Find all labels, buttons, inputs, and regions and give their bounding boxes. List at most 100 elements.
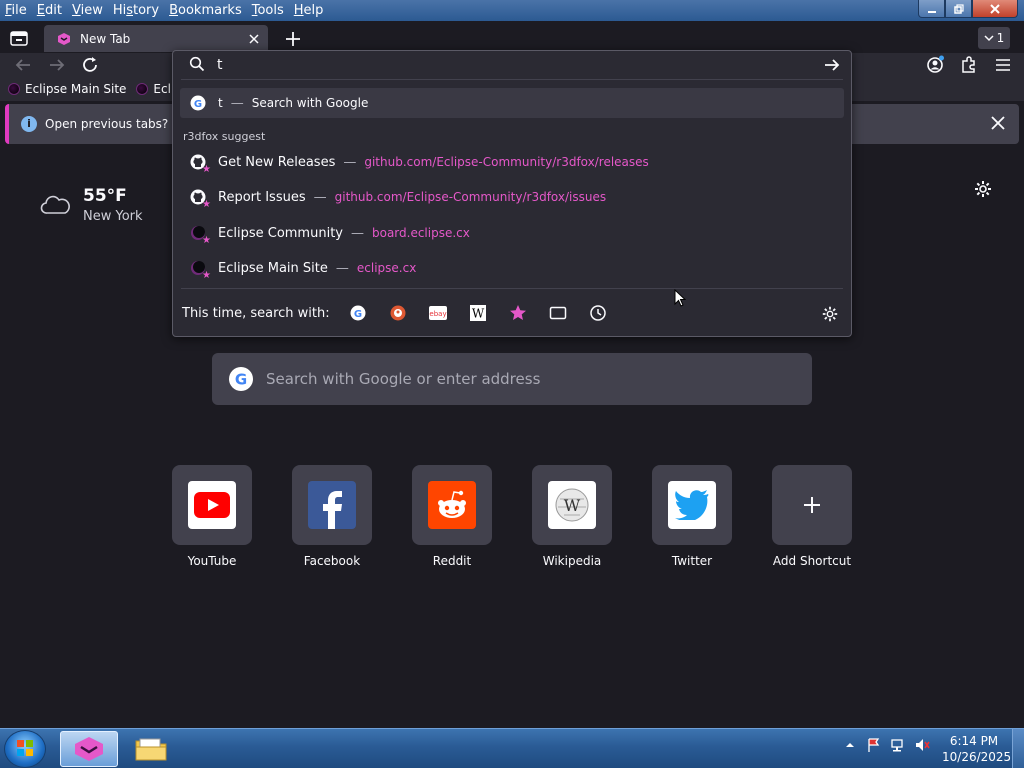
suggest-group-heading: r3dfox suggest [183, 130, 266, 143]
network-icon[interactable] [890, 737, 906, 753]
firefox-view-icon[interactable] [8, 28, 30, 48]
mouse-cursor-icon [674, 289, 686, 307]
top-site-reddit[interactable]: Reddit [412, 465, 492, 568]
wikipedia-icon: W [555, 488, 589, 522]
twitter-icon [675, 490, 709, 520]
bookmark-star-icon: ★ [202, 199, 211, 210]
gear-icon[interactable] [973, 179, 993, 199]
svg-text:G: G [194, 99, 202, 110]
back-arrow-icon[interactable] [12, 55, 34, 75]
urlbar-input-row [173, 51, 851, 79]
taskbar-explorer-button[interactable] [124, 731, 178, 767]
close-tab-icon[interactable] [244, 33, 264, 45]
duckduckgo-icon [390, 305, 406, 321]
svg-text:ebay: ebay [429, 310, 446, 318]
engine-history[interactable] [588, 303, 608, 323]
weather-city: New York [83, 209, 143, 224]
engine-duckduckgo[interactable] [388, 303, 408, 323]
close-notification-icon[interactable] [989, 114, 1007, 132]
menu-help[interactable]: Help [289, 0, 329, 21]
restore-icon [953, 3, 964, 14]
cloud-icon [40, 195, 70, 214]
wikipedia-icon: W [469, 305, 486, 321]
extensions-puzzle-icon[interactable] [958, 55, 980, 75]
tray-expand-icon[interactable] [842, 737, 858, 753]
search-icon [189, 56, 205, 72]
bookmarks-star-icon [509, 305, 526, 320]
result-search-google[interactable]: G t — Search with Google [180, 88, 844, 118]
result-eclipse-main-site[interactable]: ★ Eclipse Main Site — eclipse.cx [180, 253, 844, 283]
reload-icon[interactable] [80, 55, 102, 75]
new-tab-plus-icon[interactable] [282, 28, 304, 50]
menu-file[interactable]: File [0, 0, 32, 21]
menu-edit[interactable]: Edit [32, 0, 67, 21]
clock-date: 10/26/2025 [942, 750, 1012, 764]
engine-bookmarks[interactable] [508, 303, 528, 323]
oneoff-label: This time, search with: [182, 305, 330, 321]
hamburger-menu-icon[interactable] [992, 55, 1014, 75]
windows-taskbar: 6:14 PM 10/26/2025 [0, 728, 1024, 768]
menu-history[interactable]: History [108, 0, 164, 21]
top-site-wikipedia[interactable]: W Wikipedia [532, 465, 612, 568]
menu-tools[interactable]: Tools [247, 0, 289, 21]
result-get-new-releases[interactable]: ★ Get New Releases — github.com/Eclipse-… [180, 147, 844, 177]
search-settings-gear-icon[interactable] [821, 305, 839, 323]
info-icon: i [21, 116, 37, 132]
bookmark-star-icon: ★ [202, 164, 211, 175]
notification-text: Open previous tabs? You [45, 117, 193, 131]
taskbar-clock[interactable]: 6:14 PM 10/26/2025 [942, 733, 1012, 765]
folder-icon [135, 738, 167, 761]
tab-list-button[interactable]: 1 [978, 27, 1010, 49]
close-window-button[interactable] [972, 0, 1018, 18]
content-search-box[interactable]: G Search with Google or enter address [212, 353, 812, 405]
google-icon: G [229, 367, 253, 391]
svg-text:G: G [354, 309, 362, 320]
maximize-button[interactable] [945, 0, 972, 18]
start-button[interactable] [4, 730, 46, 768]
volume-muted-icon[interactable] [914, 737, 930, 753]
oneoff-divider [181, 288, 843, 289]
bookmark-eclipse-main-site[interactable]: Eclipse Main Site [8, 82, 126, 96]
engine-google[interactable]: G [348, 303, 368, 323]
tabs-icon [549, 306, 566, 320]
engine-wikipedia[interactable]: W [468, 303, 488, 323]
eclipse-icon [136, 83, 149, 95]
menu-bookmarks[interactable]: Bookmarks [164, 0, 247, 21]
browser-logo-icon [75, 737, 103, 761]
bookmark-star-icon: ★ [202, 235, 211, 246]
windows-logo-icon [17, 740, 33, 756]
ebay-icon: ebay [428, 306, 447, 320]
action-center-flag-icon[interactable] [866, 737, 882, 753]
urlbar-popup: G t — Search with Google r3dfox suggest … [172, 50, 852, 337]
google-icon: G [350, 305, 366, 321]
clock-time: 6:14 PM [949, 734, 999, 748]
urlbar-input[interactable] [217, 55, 807, 75]
minimize-icon [927, 10, 936, 13]
tab-title: New Tab [80, 31, 131, 46]
show-desktop-button[interactable] [1012, 729, 1024, 768]
taskbar-browser-button[interactable] [60, 731, 118, 767]
content-search-placeholder: Search with Google or enter address [266, 370, 541, 388]
menu-view[interactable]: View [67, 0, 108, 21]
top-site-youtube[interactable]: YouTube [172, 465, 252, 568]
tab-strip: New Tab 1 [0, 21, 1024, 53]
account-icon[interactable] [924, 55, 946, 75]
minimize-button[interactable] [918, 0, 945, 18]
eclipse-icon [8, 83, 20, 95]
oneoff-search-bar: This time, search with: G ebay W [173, 297, 851, 329]
result-eclipse-community[interactable]: ★ Eclipse Community — board.eclipse.cx [180, 218, 844, 248]
tab-new-tab[interactable]: New Tab [44, 25, 268, 52]
engine-tabs[interactable] [548, 303, 568, 323]
top-site-twitter[interactable]: Twitter [652, 465, 732, 568]
add-shortcut-tile[interactable]: Add Shortcut [772, 465, 852, 568]
browser-logo-icon [58, 32, 70, 45]
go-arrow-icon[interactable] [823, 56, 841, 74]
top-site-facebook[interactable]: Facebook [292, 465, 372, 568]
tab-count: 1 [996, 31, 1005, 45]
urlbar-divider [181, 79, 843, 80]
engine-ebay[interactable]: ebay [428, 303, 448, 323]
google-icon: G [190, 95, 206, 111]
system-tray [842, 737, 930, 753]
result-report-issues[interactable]: ★ Report Issues — github.com/Eclipse-Com… [180, 182, 844, 212]
forward-arrow-icon[interactable] [46, 55, 68, 75]
